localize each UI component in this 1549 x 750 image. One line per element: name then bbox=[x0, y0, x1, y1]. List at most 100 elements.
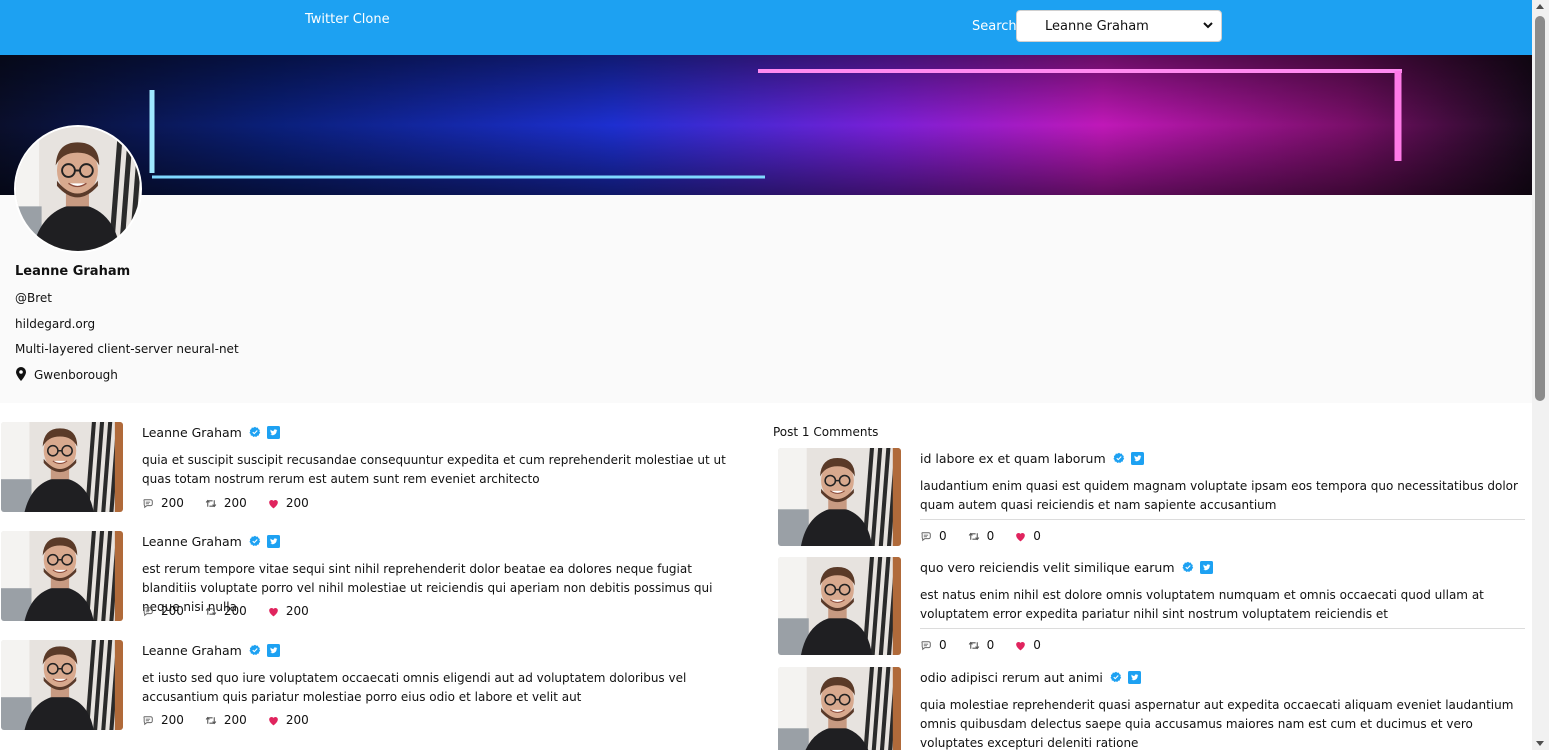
retweet-count: 200 bbox=[223, 713, 247, 727]
twitter-bird-icon bbox=[1128, 671, 1141, 684]
post-author-row: Leanne Graham bbox=[142, 425, 280, 440]
profile-avatar bbox=[14, 125, 142, 253]
heart-icon bbox=[267, 714, 280, 727]
profile-name: Leanne Graham bbox=[15, 264, 131, 279]
post-avatar bbox=[1, 531, 123, 621]
map-pin-icon bbox=[15, 367, 27, 381]
comment-icon bbox=[142, 605, 155, 618]
comment-count-button[interactable]: 0 bbox=[920, 529, 947, 543]
verified-badge-icon bbox=[1182, 561, 1194, 573]
verified-badge-icon bbox=[1113, 452, 1125, 464]
profile-website[interactable]: hildegard.org bbox=[15, 317, 95, 331]
retweet-icon bbox=[204, 605, 218, 618]
verified-badge-icon bbox=[249, 426, 261, 438]
comment-count: 200 bbox=[161, 496, 184, 510]
heart-icon bbox=[267, 605, 280, 618]
verified-badge-icon bbox=[249, 644, 261, 656]
comment-stats: 0 0 0 bbox=[920, 529, 1061, 543]
post-author-name: Leanne Graham bbox=[142, 643, 242, 658]
comments-panel-title: Post 1 Comments bbox=[773, 425, 879, 439]
retweet-count-button[interactable]: 0 bbox=[967, 529, 994, 543]
comment-count: 0 bbox=[939, 529, 947, 543]
post-card[interactable]: Leanne Graham est rerum tempore vitae se… bbox=[0, 531, 740, 631]
retweet-icon bbox=[204, 497, 218, 510]
twitter-bird-icon bbox=[267, 644, 280, 657]
post-avatar bbox=[1, 640, 123, 730]
comment-name: id labore ex et quam laborum bbox=[920, 451, 1106, 466]
comment-avatar bbox=[778, 448, 901, 546]
comment-author-row: odio adipisci rerum aut animi bbox=[920, 670, 1141, 685]
like-count-button[interactable]: 200 bbox=[267, 496, 309, 510]
post-body: et iusto sed quo iure voluptatem occaeca… bbox=[142, 671, 687, 704]
like-count-button[interactable]: 200 bbox=[267, 713, 309, 727]
like-count: 0 bbox=[1033, 529, 1041, 543]
retweet-count-button[interactable]: 200 bbox=[204, 713, 247, 727]
like-count: 200 bbox=[285, 496, 309, 510]
profile-info-section bbox=[0, 195, 1532, 403]
twitter-bird-icon bbox=[267, 426, 280, 439]
retweet-count: 200 bbox=[223, 604, 247, 618]
like-count-button[interactable]: 200 bbox=[267, 604, 309, 618]
comment-divider bbox=[920, 628, 1525, 629]
comment-body: quia molestiae reprehenderit quasi asper… bbox=[920, 698, 1514, 750]
post-avatar bbox=[1, 422, 123, 512]
chevron-down-icon bbox=[1203, 22, 1213, 29]
post-card[interactable]: Leanne Graham quia et suscipit suscipit … bbox=[0, 422, 740, 522]
user-search-selected-value: Leanne Graham bbox=[1045, 19, 1149, 34]
like-count: 200 bbox=[285, 713, 309, 727]
heart-icon bbox=[1014, 639, 1027, 652]
page-viewport: Twitter Clone Search Leanne Graham Leann… bbox=[0, 0, 1532, 750]
comment-card[interactable]: id labore ex et quam laborum laudantium … bbox=[778, 448, 1528, 558]
retweet-count-button[interactable]: 200 bbox=[204, 496, 247, 510]
retweet-icon bbox=[967, 639, 981, 652]
heart-icon bbox=[267, 497, 280, 510]
retweet-icon bbox=[204, 714, 218, 727]
scroll-down-arrow-icon[interactable] bbox=[1536, 741, 1544, 746]
like-count-button[interactable]: 0 bbox=[1014, 529, 1041, 543]
twitter-bird-icon bbox=[267, 535, 280, 548]
verified-badge-icon bbox=[249, 535, 261, 547]
comment-icon bbox=[920, 530, 933, 543]
comment-count-button[interactable]: 200 bbox=[142, 604, 184, 618]
comment-count: 0 bbox=[939, 638, 947, 652]
retweet-count-button[interactable]: 200 bbox=[204, 604, 247, 618]
post-stats: 200 200 200 bbox=[142, 604, 329, 618]
comment-icon bbox=[142, 714, 155, 727]
comment-count-button[interactable]: 200 bbox=[142, 496, 184, 510]
post-author-row: Leanne Graham bbox=[142, 534, 280, 549]
comment-body: est natus enim nihil est dolore omnis vo… bbox=[920, 588, 1484, 621]
scroll-up-arrow-icon[interactable] bbox=[1536, 4, 1544, 9]
retweet-count: 200 bbox=[223, 496, 247, 510]
verified-badge-icon bbox=[1110, 671, 1122, 683]
comment-card[interactable]: quo vero reiciendis velit similique earu… bbox=[778, 557, 1528, 667]
user-search-select[interactable]: Leanne Graham bbox=[1016, 10, 1222, 42]
scrollbar-thumb[interactable] bbox=[1535, 16, 1545, 401]
comment-stats: 0 0 0 bbox=[920, 638, 1061, 652]
profile-banner-image bbox=[0, 55, 1532, 195]
like-count-button[interactable]: 0 bbox=[1014, 638, 1041, 652]
retweet-count-button[interactable]: 0 bbox=[967, 638, 994, 652]
comment-avatar bbox=[778, 557, 901, 655]
post-stats: 200 200 200 bbox=[142, 713, 329, 727]
search-label: Search bbox=[972, 19, 1017, 34]
profile-location: Gwenborough bbox=[34, 368, 118, 382]
post-body: quia et suscipit suscipit recusandae con… bbox=[142, 453, 726, 486]
comment-count-button[interactable]: 0 bbox=[920, 638, 947, 652]
post-author-name: Leanne Graham bbox=[142, 425, 242, 440]
comment-count: 200 bbox=[161, 713, 184, 727]
twitter-bird-icon bbox=[1200, 561, 1213, 574]
top-navbar: Twitter Clone Search Leanne Graham bbox=[0, 0, 1532, 55]
comment-body: laudantium enim quasi est quidem magnam … bbox=[920, 479, 1518, 512]
post-card[interactable]: Leanne Graham et iusto sed quo iure volu… bbox=[0, 640, 740, 740]
page-scrollbar[interactable] bbox=[1532, 0, 1549, 750]
comment-count-button[interactable]: 200 bbox=[142, 713, 184, 727]
comment-icon bbox=[920, 639, 933, 652]
comment-card[interactable]: odio adipisci rerum aut animi quia moles… bbox=[778, 667, 1528, 750]
comment-name: quo vero reiciendis velit similique earu… bbox=[920, 560, 1175, 575]
post-author-row: Leanne Graham bbox=[142, 643, 280, 658]
profile-handle: @Bret bbox=[15, 291, 52, 305]
brand-title[interactable]: Twitter Clone bbox=[305, 12, 390, 27]
like-count: 200 bbox=[285, 604, 309, 618]
retweet-icon bbox=[967, 530, 981, 543]
comment-author-row: quo vero reiciendis velit similique earu… bbox=[920, 560, 1213, 575]
